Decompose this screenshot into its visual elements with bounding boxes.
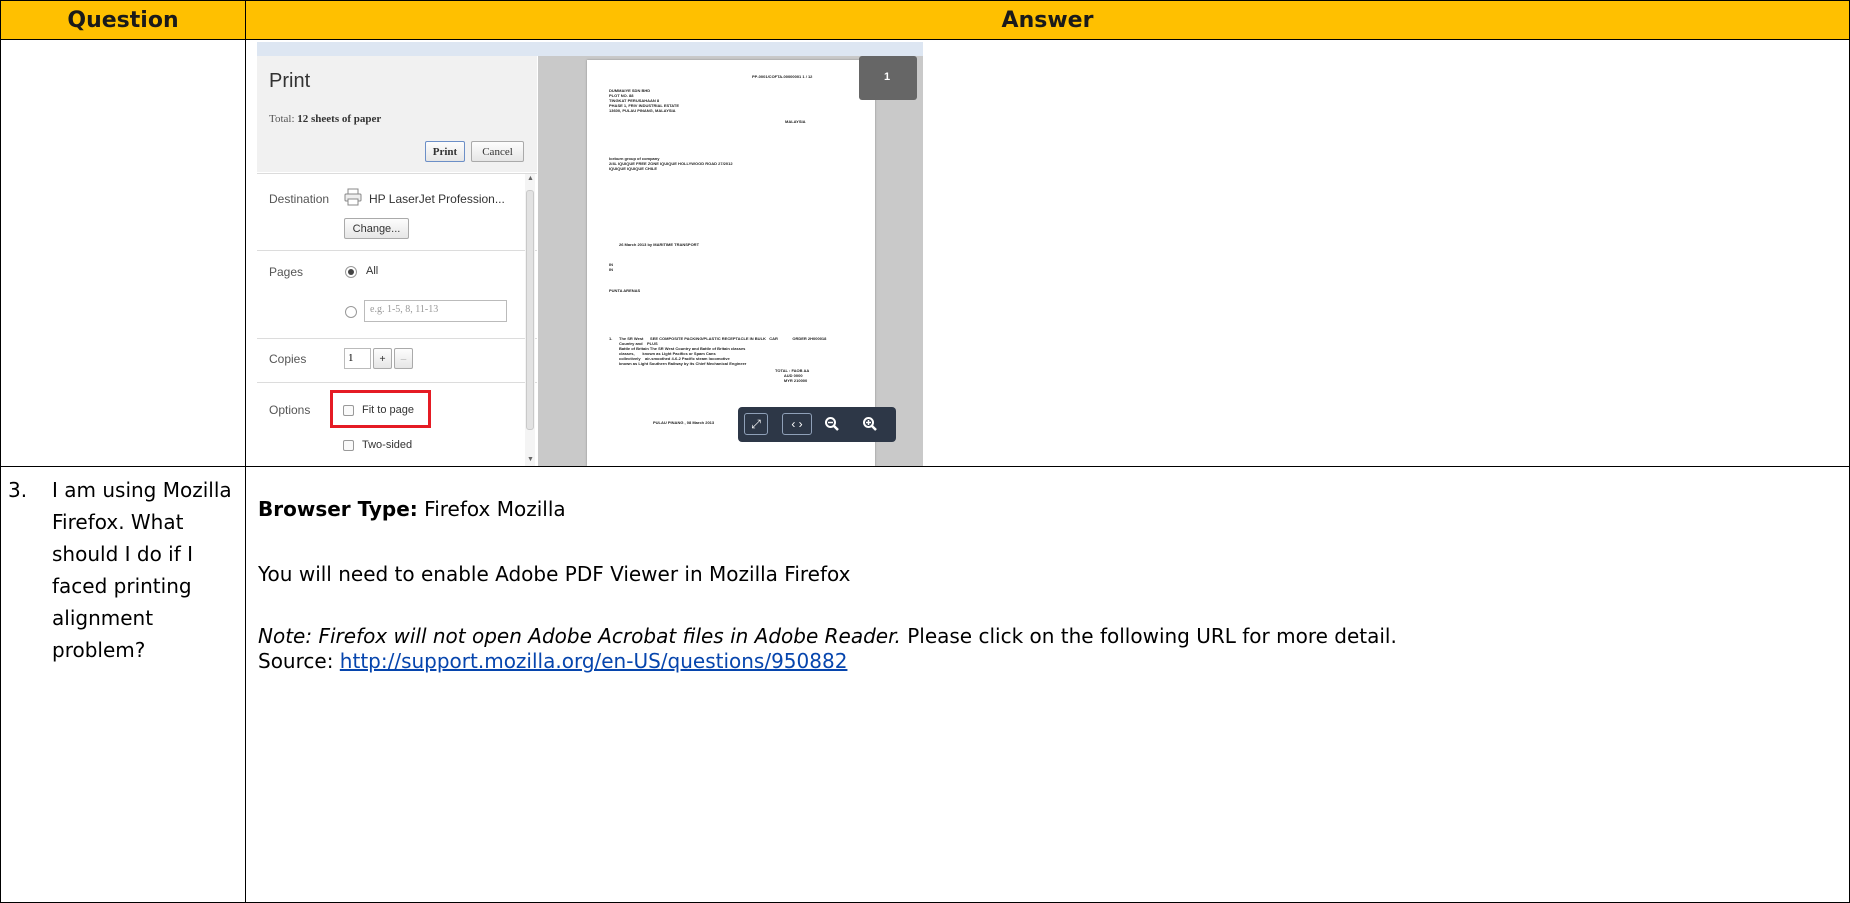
preview-text-line: DUMMAIYE SDN BHD PLOT NO. 88 TINGKAT PERUS… bbox=[609, 88, 680, 113]
copies-plus-button[interactable]: + bbox=[373, 348, 392, 369]
copies-input[interactable]: 1 bbox=[344, 348, 371, 369]
note-line: Note: Firefox will not open Adobe Acroba… bbox=[258, 624, 1397, 648]
question-cell-row1 bbox=[0, 39, 246, 467]
preview-page: PP-0001/COFTA-00000001 1 / 12 DUMMAIYE S… bbox=[587, 60, 875, 466]
copies-minus-button[interactable]: – bbox=[394, 348, 413, 369]
source-url-link[interactable]: http://support.mozilla.org/en-US/questio… bbox=[340, 649, 848, 673]
preview-text-line: PULAU PINANG , 08 March 2013 bbox=[653, 420, 715, 425]
preview-text-line: 1. The SR West SEE COMPOSITE PACKING/PLA… bbox=[609, 336, 827, 366]
source-label: Source: bbox=[258, 649, 340, 673]
preview-text-line: MALAYSIA bbox=[785, 119, 806, 124]
window-top-strip bbox=[257, 42, 923, 56]
note-italic: Note: Firefox will not open Adobe Acroba… bbox=[258, 624, 901, 648]
scroll-up-icon[interactable]: ▲ bbox=[527, 175, 534, 182]
print-dialog-screenshot: Print Total: 12 sheets of paper Print Ca… bbox=[257, 42, 923, 466]
two-sided-checkbox[interactable] bbox=[343, 440, 354, 451]
pages-all-radio[interactable] bbox=[345, 266, 357, 278]
preview-text-line: PUNTA ARENAS bbox=[609, 288, 641, 293]
print-title: Print bbox=[269, 70, 311, 92]
zoom-out-icon[interactable] bbox=[820, 413, 844, 435]
fit-page-icon[interactable]: ⤢ bbox=[744, 413, 768, 435]
header-answer: Answer bbox=[245, 0, 1850, 40]
printer-icon bbox=[344, 188, 362, 206]
fit-width-icon[interactable]: ‹ › bbox=[782, 413, 812, 435]
two-sided-label: Two-sided bbox=[362, 439, 413, 451]
question-number: 3. bbox=[8, 478, 28, 502]
browser-type-line: Browser Type: Firefox Mozilla bbox=[258, 497, 566, 521]
pages-custom-radio[interactable] bbox=[345, 306, 357, 318]
answer-cell-row2 bbox=[245, 466, 1850, 903]
source-line: Source: http://support.mozilla.org/en-US… bbox=[258, 649, 847, 673]
pages-label: Pages bbox=[269, 265, 304, 279]
browser-type-label: Browser Type: bbox=[258, 497, 418, 521]
header-question: Question bbox=[0, 0, 246, 40]
preview-text-line: 26 March 2013 by MARITIME TRANSPORT bbox=[619, 242, 700, 247]
settings-scrollbar-thumb[interactable] bbox=[526, 190, 534, 430]
fit-to-page-highlight-box bbox=[330, 390, 431, 428]
print-button[interactable]: Print bbox=[425, 141, 465, 162]
copies-label: Copies bbox=[269, 352, 307, 366]
question-text: I am using Mozilla Firefox. What should … bbox=[52, 478, 232, 662]
enable-pdf-viewer-text: You will need to enable Adobe PDF Viewer… bbox=[258, 562, 851, 586]
pages-range-input[interactable]: e.g. 1-5, 8, 11-13 bbox=[364, 300, 507, 322]
note-rest: Please click on the following URL for mo… bbox=[900, 624, 1397, 648]
preview-zoom-toolbar: ⤢ ‹ › bbox=[738, 407, 896, 442]
preview-text-line: Iceburn group of company 2/4L IQUIQUE FRE… bbox=[609, 156, 733, 171]
preview-text-line: TOTAL : FAOB AA AUD 0000 MYR 210000 bbox=[775, 368, 810, 383]
preview-text-line: PP-0001/COFTA-00000001 1 / 12 bbox=[752, 74, 813, 79]
destination-label: Destination bbox=[269, 192, 330, 206]
total-sheets: Total: 12 sheets of paper bbox=[269, 113, 382, 125]
page-number-badge: 1 bbox=[859, 56, 917, 100]
preview-text-line: IN IN bbox=[609, 262, 613, 272]
zoom-in-icon[interactable] bbox=[858, 413, 882, 435]
options-label: Options bbox=[269, 403, 311, 417]
browser-type-value: Firefox Mozilla bbox=[417, 497, 566, 521]
cancel-button[interactable]: Cancel bbox=[471, 141, 524, 162]
scroll-down-icon[interactable]: ▼ bbox=[527, 456, 534, 463]
pages-all-label: All bbox=[366, 265, 379, 277]
change-destination-button[interactable]: Change... bbox=[344, 218, 409, 239]
destination-value: HP LaserJet Profession... bbox=[369, 192, 505, 206]
